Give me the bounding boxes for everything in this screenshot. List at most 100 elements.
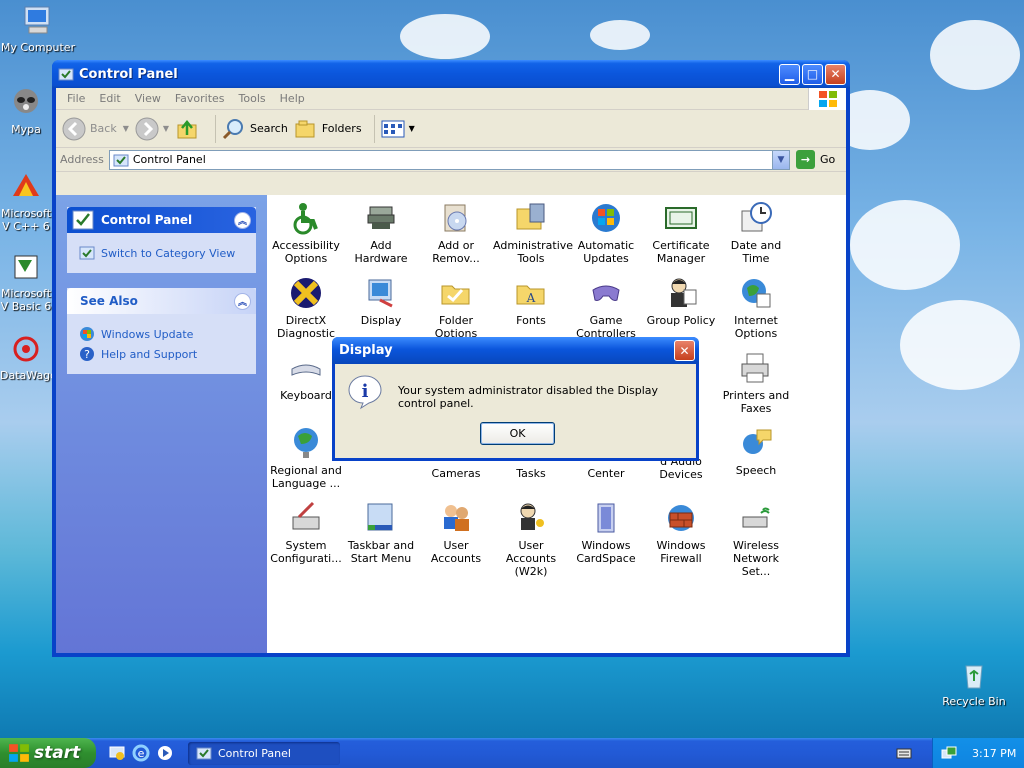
- category-view-icon: [79, 246, 95, 260]
- menu-file[interactable]: File: [60, 92, 92, 105]
- item-certificate-manager[interactable]: Certificate Manager: [643, 201, 719, 265]
- item-label: Keyboard: [280, 389, 332, 402]
- item-cameras[interactable]: Cameras: [418, 467, 494, 480]
- collapse-icon[interactable]: ︽: [234, 211, 251, 229]
- desktop-icon-msvc[interactable]: Microsoft V C++ 6: [0, 170, 52, 233]
- item-user-accounts-w2k[interactable]: User Accounts (W2k): [493, 501, 569, 578]
- item-label: Fonts: [516, 314, 546, 327]
- item-fonts[interactable]: A Fonts: [493, 276, 569, 327]
- forward-dropdown-icon[interactable]: ▼: [163, 124, 169, 133]
- menu-tools[interactable]: Tools: [232, 92, 273, 105]
- item-accessibility-options[interactable]: Accessibility Options: [268, 201, 344, 265]
- desktop-icon-mypa[interactable]: Mypa: [0, 86, 52, 136]
- desktop-icon-datawago[interactable]: DataWago: [0, 332, 57, 382]
- item-date-and-time[interactable]: Date and Time: [718, 201, 794, 265]
- hardware-icon: [367, 206, 395, 229]
- item-center[interactable]: Center: [568, 467, 644, 480]
- item-add-hardware[interactable]: Add Hardware: [343, 201, 419, 265]
- item-group-policy[interactable]: Group Policy: [643, 276, 719, 327]
- address-label: Address: [60, 153, 104, 166]
- clock[interactable]: 3:17 PM: [972, 747, 1016, 760]
- item-label: User Accounts: [430, 539, 482, 565]
- taskbar: start e Control Panel 3:17 PM: [0, 738, 1024, 768]
- printer-icon: [741, 353, 769, 383]
- windows-update-link[interactable]: Windows Update: [79, 326, 244, 342]
- forward-button[interactable]: ▼: [135, 117, 169, 141]
- collapse-icon[interactable]: ︽: [234, 292, 251, 310]
- item-directx-diagnostic[interactable]: DirectX Diagnostic: [268, 276, 344, 340]
- item-folder-options[interactable]: Folder Options: [418, 276, 494, 340]
- address-input[interactable]: Control Panel ▼: [108, 149, 790, 170]
- folder-up-icon: [177, 119, 197, 138]
- desktop-icon[interactable]: [108, 744, 126, 762]
- desktop-icon-recycle-bin[interactable]: Recycle Bin: [936, 658, 1012, 708]
- back-dropdown-icon[interactable]: ▼: [123, 124, 129, 133]
- switch-category-view-link[interactable]: Switch to Category View: [79, 245, 244, 261]
- desktop-icon-label: Microsoft V C++ 6: [0, 207, 52, 233]
- desktop-icon-label: Mypa: [11, 123, 41, 136]
- go-button[interactable]: → Go: [796, 150, 842, 169]
- menu-edit[interactable]: Edit: [92, 92, 127, 105]
- minimize-button[interactable]: ▁: [779, 63, 800, 85]
- item-printers-and-faxes[interactable]: Printers and Faxes: [718, 351, 794, 415]
- menu-help[interactable]: Help: [273, 92, 312, 105]
- item-windows-firewall[interactable]: Windows Firewall: [643, 501, 719, 565]
- section-title: See Also: [80, 294, 138, 308]
- item-system-configuration[interactable]: System Configurati...: [268, 501, 344, 565]
- desktop-icon-label: DataWago: [0, 369, 57, 382]
- network-icon[interactable]: [941, 745, 957, 761]
- control-panel-section-header[interactable]: Control Panel ︽: [67, 207, 256, 233]
- window-titlebar[interactable]: Control Panel ▁ □ ✕: [52, 60, 850, 88]
- dialog-title: Display: [339, 343, 393, 358]
- visual-cpp-icon: [13, 174, 39, 196]
- item-game-controllers[interactable]: Game Controllers: [568, 276, 644, 340]
- menu-view[interactable]: View: [128, 92, 168, 105]
- see-also-header[interactable]: See Also ︽: [67, 288, 256, 314]
- search-button[interactable]: Search: [222, 117, 288, 141]
- dialog-close-button[interactable]: ✕: [674, 340, 695, 361]
- fonts-folder-icon: A: [516, 285, 545, 305]
- desktop-icon-my-computer[interactable]: My Computer: [0, 4, 76, 54]
- item-windows-cardspace[interactable]: Windows CardSpace: [568, 501, 644, 565]
- menu-favorites[interactable]: Favorites: [168, 92, 232, 105]
- help-support-link[interactable]: ? Help and Support: [79, 346, 244, 362]
- item-label: Certificate Manager: [652, 239, 710, 265]
- globe-icon: [742, 279, 771, 308]
- item-label: Tasks: [516, 467, 546, 480]
- item-wireless-network[interactable]: Wireless Network Set...: [718, 501, 794, 578]
- users-icon: [444, 505, 469, 531]
- maximize-button[interactable]: □: [802, 63, 823, 85]
- item-label: Speech: [735, 464, 777, 477]
- close-button[interactable]: ✕: [825, 63, 846, 85]
- media-player-icon[interactable]: [156, 744, 174, 762]
- item-display[interactable]: Display: [343, 276, 419, 327]
- speech-icon: [743, 429, 772, 454]
- item-add-remove-programs[interactable]: Add or Remov...: [418, 201, 494, 265]
- address-dropdown-button[interactable]: ▼: [772, 150, 789, 169]
- views-button[interactable]: ▼: [381, 119, 415, 139]
- item-administrative-tools[interactable]: Administrative Tools: [493, 201, 573, 265]
- folders-label: Folders: [321, 122, 362, 135]
- desktop-icon-vb[interactable]: Microsoft V Basic 6: [0, 250, 52, 313]
- item-taskbar-start-menu[interactable]: Taskbar and Start Menu: [343, 501, 419, 565]
- item-internet-options[interactable]: Internet Options: [718, 276, 794, 340]
- link-label: Windows Update: [101, 327, 194, 341]
- back-button[interactable]: Back ▼: [62, 117, 129, 141]
- start-button[interactable]: start: [0, 738, 96, 768]
- dialog-titlebar[interactable]: Display ✕: [332, 337, 699, 364]
- regional-globe-icon: [294, 428, 318, 458]
- up-button[interactable]: [175, 117, 203, 141]
- internet-explorer-icon[interactable]: e: [132, 744, 150, 762]
- taskbar-button-control-panel[interactable]: Control Panel: [188, 741, 340, 765]
- ok-button[interactable]: OK: [480, 422, 555, 445]
- item-user-accounts[interactable]: User Accounts: [418, 501, 494, 565]
- cardspace-icon: [597, 503, 615, 533]
- item-speech[interactable]: Speech: [718, 426, 794, 477]
- taskbar-icon: [367, 503, 393, 531]
- item-automatic-updates[interactable]: Automatic Updates: [568, 201, 644, 265]
- window-title: Control Panel: [79, 66, 178, 82]
- svg-text:?: ?: [84, 348, 90, 361]
- item-tasks[interactable]: Tasks: [493, 467, 569, 480]
- folders-button[interactable]: Folders: [294, 117, 362, 141]
- keyboard-indicator-icon[interactable]: [896, 746, 912, 760]
